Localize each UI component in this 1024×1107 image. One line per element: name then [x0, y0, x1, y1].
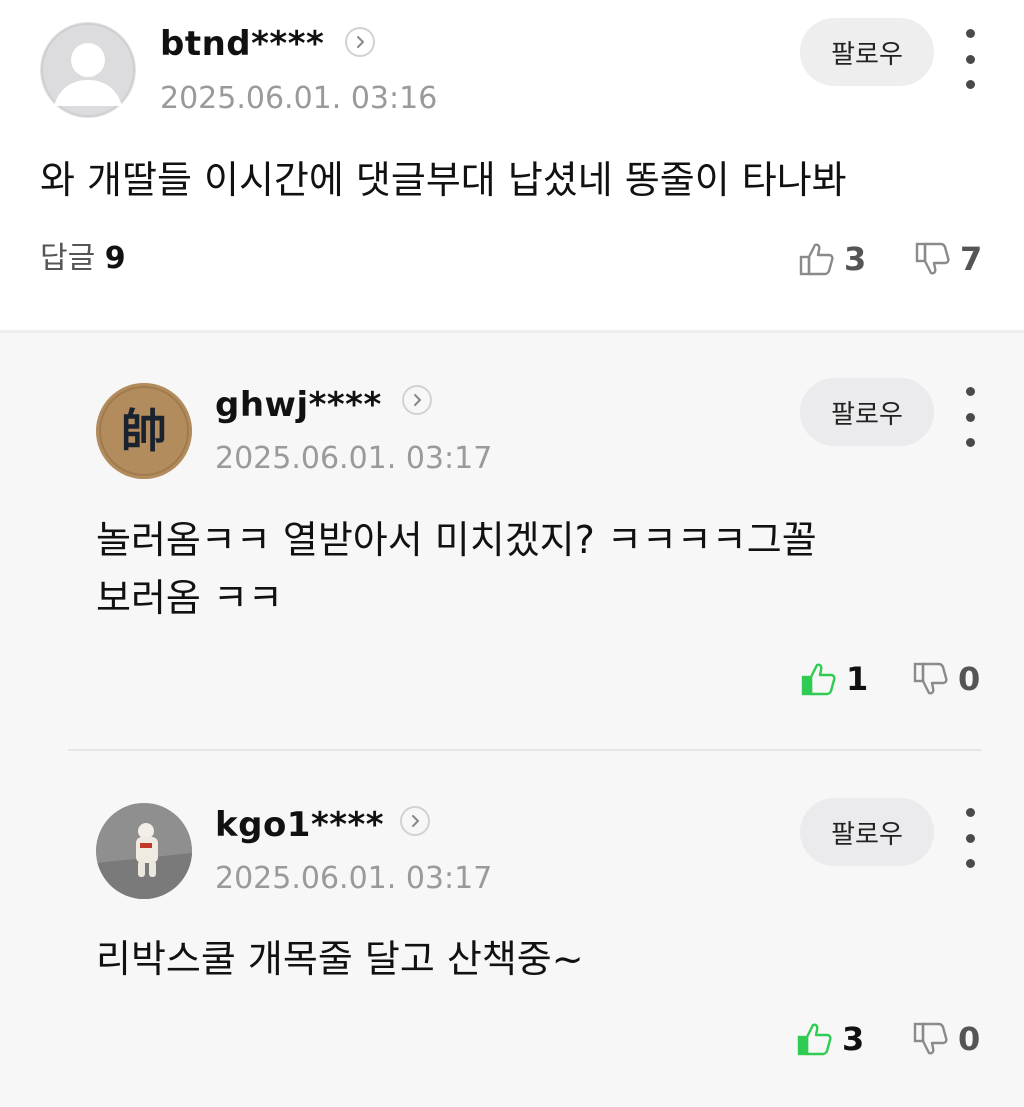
comment-text: 놀러옴ㅋㅋ 열받아서 미치겠지? ㅋㅋㅋㅋ그꼴 보러옴 ㅋㅋ [96, 511, 817, 627]
more-vertical-icon[interactable] [958, 387, 982, 447]
follow-button[interactable]: 팔로우 [800, 378, 934, 446]
like-count: 1 [846, 660, 869, 698]
dislike-count: 0 [958, 660, 981, 698]
like-count: 3 [842, 1020, 865, 1058]
comment-thread: btnd**** 2025.06.01. 03:16 팔로우 와 개딸들 이시간… [0, 0, 1024, 1107]
main-comment: btnd**** 2025.06.01. 03:16 팔로우 와 개딸들 이시간… [0, 0, 1024, 330]
timestamp: 2025.06.01. 03:17 [215, 861, 493, 896]
avatar[interactable]: 帥 [96, 383, 192, 479]
reply-label: 답글 [40, 241, 96, 276]
dislike-button[interactable]: 0 [912, 659, 980, 699]
username[interactable]: kgo1**** [215, 805, 384, 845]
chevron-right-icon[interactable] [400, 806, 430, 836]
username[interactable]: btnd**** [160, 24, 324, 64]
avatar[interactable] [96, 803, 192, 899]
comment-text: 리박스쿨 개목줄 달고 산책중~ [96, 937, 584, 981]
thumbs-down-icon [914, 240, 952, 278]
thumbs-up-icon [796, 1020, 834, 1058]
timestamp: 2025.06.01. 03:17 [215, 441, 493, 476]
like-button[interactable]: 3 [798, 239, 866, 279]
thumbs-up-icon [800, 660, 838, 698]
dislike-button[interactable]: 7 [914, 239, 982, 279]
reply-count: 9 [104, 241, 126, 276]
like-count: 3 [844, 240, 867, 278]
chevron-right-icon[interactable] [402, 385, 432, 415]
dislike-count: 7 [960, 240, 983, 278]
dislike-count: 0 [958, 1020, 981, 1058]
more-vertical-icon[interactable] [958, 29, 982, 89]
thumbs-down-icon [912, 660, 950, 698]
dislike-button[interactable]: 0 [912, 1019, 980, 1059]
more-vertical-icon[interactable] [958, 808, 982, 868]
replies-list: 帥 ghwj**** 2025.06.01. 03:17 팔로우 놀러옴ㅋㅋ 열… [0, 333, 1024, 1107]
username[interactable]: ghwj**** [215, 385, 382, 425]
avatar-glyph: 帥 [121, 404, 167, 458]
comment-text: 와 개딸들 이시간에 댓글부대 납셨네 똥줄이 타나봐 [40, 158, 847, 202]
follow-button[interactable]: 팔로우 [800, 798, 934, 866]
follow-button[interactable]: 팔로우 [800, 18, 934, 86]
thumbs-down-icon [912, 1020, 950, 1058]
comment-text-line: 놀러옴ㅋㅋ 열받아서 미치겠지? ㅋㅋㅋㅋ그꼴 [96, 518, 817, 562]
like-button[interactable]: 3 [796, 1019, 864, 1059]
timestamp: 2025.06.01. 03:16 [160, 81, 438, 116]
thumbs-up-icon [798, 240, 836, 278]
chevron-right-icon[interactable] [345, 27, 375, 57]
comment-text-line: 보러옴 ㅋㅋ [96, 576, 283, 620]
default-avatar-icon[interactable] [40, 22, 136, 118]
reply-count-button[interactable]: 답글 9 [40, 241, 126, 277]
reply-divider [68, 749, 982, 751]
like-button[interactable]: 1 [800, 659, 868, 699]
